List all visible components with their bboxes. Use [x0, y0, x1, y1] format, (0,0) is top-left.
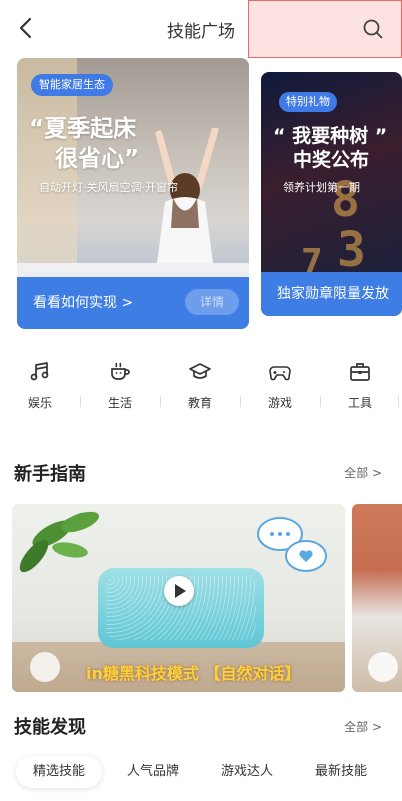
top-bar: 技能广场: [0, 0, 402, 58]
banner-cta-link[interactable]: 独家勋章限量发放: [261, 272, 402, 316]
graduation-cap-icon: [189, 363, 211, 379]
video-caption: in糖黑科技模式 【自然对话】: [86, 664, 301, 683]
guide-video-card-next[interactable]: [352, 504, 402, 692]
stretching-woman-image: [155, 128, 219, 278]
tab-popular-brands[interactable]: 人气品牌: [112, 756, 194, 788]
category-label: 工具: [347, 396, 372, 410]
divider: [160, 396, 161, 407]
banner-headline-line2: 中奖公布: [293, 149, 370, 171]
assistant-bubble-icon: [30, 652, 60, 682]
category-label: 娱乐: [27, 396, 52, 410]
banner-headline-line1: “ 我要种树 ”: [273, 125, 388, 147]
toolbox-icon: [350, 363, 370, 381]
section-title-guide: 新手指南: [14, 464, 86, 485]
banner-headline-line1: “夏季起床: [29, 116, 137, 142]
tab-newest[interactable]: 最新技能: [300, 756, 382, 788]
decor-digit-image: 3: [337, 222, 366, 278]
banner-smart-home[interactable]: 智能家居生态 “夏季起床 很省心” 自动开灯·关风扇空调·开窗帘 看看如何实现 …: [17, 58, 249, 329]
category-games[interactable]: 游戏: [252, 360, 308, 411]
coffee-cup-icon: [111, 362, 130, 380]
category-label: 生活: [107, 396, 132, 410]
divider: [320, 396, 321, 407]
category-label: 游戏: [267, 396, 292, 410]
discover-more-link[interactable]: 全部 >: [344, 718, 382, 735]
category-education[interactable]: 教育: [172, 360, 228, 411]
assistant-bubble-icon: [368, 652, 398, 682]
play-button[interactable]: [164, 576, 194, 606]
chat-bubble-icon: [257, 517, 327, 572]
guide-more-link[interactable]: 全部 >: [344, 464, 382, 481]
music-note-icon: [30, 362, 49, 381]
divider: [398, 396, 399, 407]
banner-badge: 智能家居生态: [31, 74, 113, 96]
skill-square-page: 技能广场 智能家居生态 “夏季起床 很省心” 自动开灯·关风扇空调·开窗帘 看看…: [0, 0, 402, 801]
banner-badge: 特别礼物: [279, 92, 337, 112]
banner-cta-link[interactable]: 看看如何实现 >: [33, 292, 133, 312]
tab-game-masters[interactable]: 游戏达人: [206, 756, 288, 788]
divider: [240, 396, 241, 407]
banner-headline: “ 我要种树 ” 中奖公布: [273, 124, 387, 172]
category-label: 教育: [187, 396, 212, 410]
tab-featured[interactable]: 精选技能: [16, 756, 102, 788]
divider: [80, 396, 81, 407]
details-button[interactable]: 详情: [185, 289, 239, 315]
category-life[interactable]: 生活: [92, 360, 148, 411]
guide-video-card[interactable]: in糖黑科技模式 【自然对话】: [12, 504, 345, 692]
category-tools[interactable]: 工具: [332, 360, 388, 411]
banner-subline: 领养计划第一期: [283, 181, 360, 194]
gamepad-icon: [269, 366, 291, 381]
banner-headline: “夏季起床 很省心”: [29, 114, 139, 174]
banner-subline: 自动开灯·关风扇空调·开窗帘: [39, 181, 178, 194]
banner-tree-planting[interactable]: 8 3 7 特别礼物 “ 我要种树 ” 中奖公布 领养计划第一期 独家勋章限量发…: [261, 72, 402, 316]
category-bar: 娱乐 生活 教育 游戏 工具: [0, 360, 402, 420]
section-title-discover: 技能发现: [14, 717, 86, 738]
category-entertainment[interactable]: 娱乐: [12, 360, 68, 411]
banner-headline-line2: 很省心”: [55, 146, 140, 172]
discover-tabs: 精选技能 人气品牌 游戏达人 最新技能: [0, 756, 402, 790]
search-button[interactable]: [248, 0, 402, 58]
banner-footer: 看看如何实现 > 详情: [17, 277, 249, 329]
search-icon: [363, 19, 383, 39]
